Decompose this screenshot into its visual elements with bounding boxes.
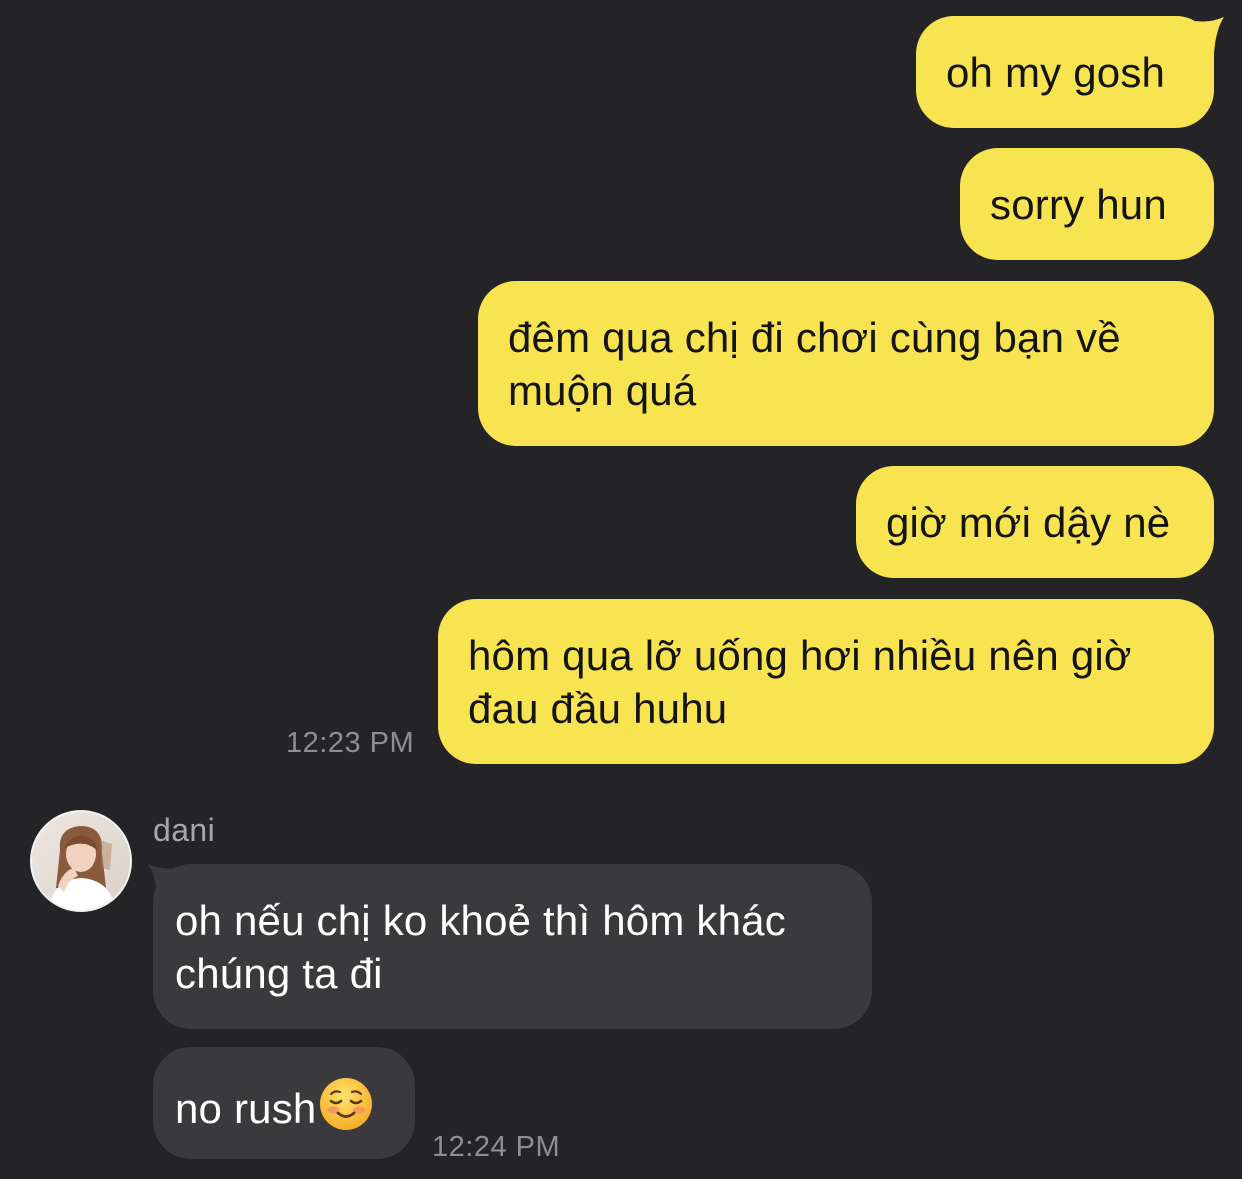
outgoing-message-3[interactable]: đêm qua chị đi chơi cùng bạn về muộn quá — [478, 281, 1214, 446]
message-text: sorry hun — [990, 181, 1167, 228]
incoming-message-1[interactable]: oh nếu chị ko khoẻ thì hôm khác chúng ta… — [153, 864, 872, 1029]
incoming-timestamp: 12:24 PM — [432, 1131, 561, 1163]
message-text: giờ mới dậy nè — [886, 499, 1171, 546]
message-text: oh my gosh — [946, 49, 1166, 96]
smiling-face-icon — [319, 1078, 372, 1130]
user-avatar-photo[interactable] — [30, 810, 132, 912]
outgoing-message-1[interactable]: oh my gosh — [916, 16, 1214, 128]
incoming-message-2[interactable]: no rush — [153, 1047, 415, 1159]
message-text-line-1: hôm qua lỡ uống hơi nhiều nên giờ — [468, 632, 1132, 679]
message-text-line-2: đau đầu huhu — [468, 685, 728, 732]
outgoing-message-4[interactable]: giờ mới dậy nè — [856, 466, 1214, 578]
message-text-line-2: muộn quá — [508, 367, 697, 414]
message-text-line-2: chúng ta đi — [175, 950, 383, 997]
outgoing-message-2[interactable]: sorry hun — [960, 148, 1214, 260]
sender-name: dani — [153, 812, 216, 848]
message-text: no rush — [175, 1085, 317, 1132]
chat-thread: oh my gosh sorry hun đêm qua chị đi chơi… — [0, 0, 1242, 1179]
outgoing-timestamp: 12:23 PM — [286, 727, 415, 759]
outgoing-message-5[interactable]: hôm qua lỡ uống hơi nhiều nên giờ đau đầ… — [438, 599, 1214, 764]
message-text-line-1: oh nếu chị ko khoẻ thì hôm khác — [175, 897, 786, 944]
message-text-line-1: đêm qua chị đi chơi cùng bạn về — [508, 314, 1121, 361]
